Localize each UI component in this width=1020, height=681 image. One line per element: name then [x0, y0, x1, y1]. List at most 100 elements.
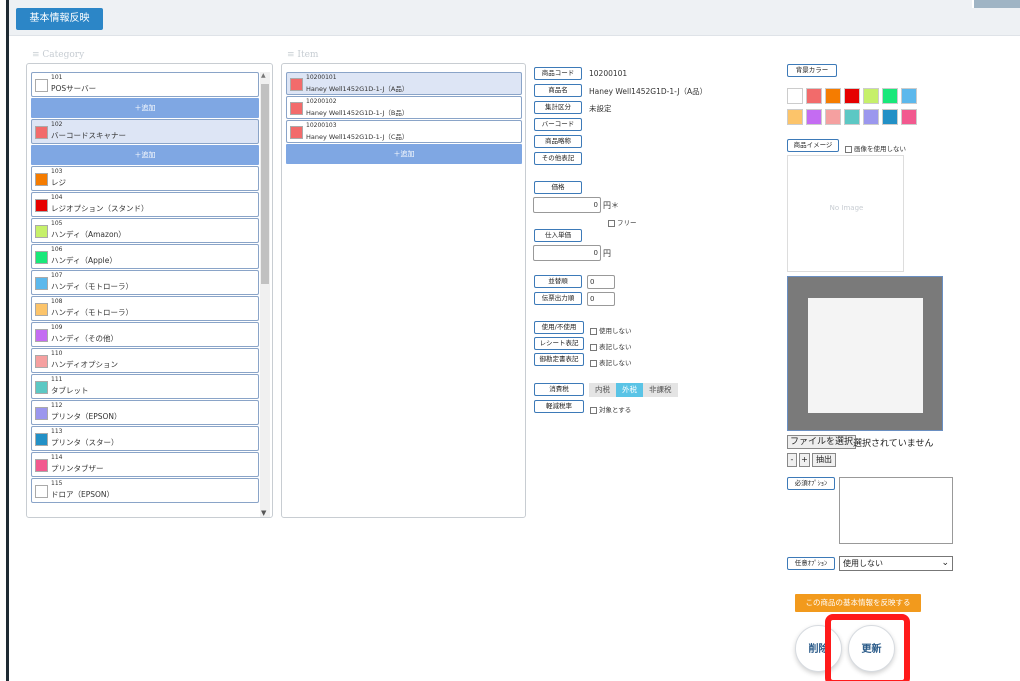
reflect-item-info-button[interactable]: この商品の基本情報を反映する [795, 594, 921, 612]
barcode-label[interactable]: バーコード [534, 118, 582, 131]
category-color-swatch [35, 126, 48, 139]
checkbox-icon[interactable] [590, 343, 597, 351]
product-image-label[interactable]: 商品イメージ [787, 139, 839, 152]
item-panel: 10200101 Haney Well1452G1D-1-J（A品） 10200… [281, 63, 526, 518]
item-color-swatch [290, 126, 303, 139]
bg-color-label[interactable]: 背景カラー [787, 64, 837, 77]
checkbox-icon[interactable] [590, 327, 597, 335]
item-row[interactable]: 10200103 Haney Well1452G1D-1-J（C品） [286, 120, 522, 143]
category-name: ドロア（EPSON） [51, 490, 115, 499]
color-swatch[interactable] [882, 109, 898, 125]
checkbox-icon[interactable] [590, 359, 597, 367]
category-name: タブレット [51, 386, 89, 395]
category-row[interactable]: 113 プリンタ（スター） [31, 426, 259, 451]
checkbox-icon[interactable] [590, 406, 597, 414]
color-swatch[interactable] [825, 88, 841, 104]
category-row[interactable]: 115 ドロア（EPSON） [31, 478, 259, 503]
kitchen-label[interactable]: 御勘定書表記 [534, 353, 584, 366]
color-swatch[interactable] [806, 88, 822, 104]
other-notation-label[interactable]: その他表記 [534, 152, 582, 165]
product-name-label[interactable]: 商品名 [534, 84, 582, 97]
aggregate-label[interactable]: 集計区分 [534, 101, 582, 114]
aggregate-value: 未設定 [589, 104, 612, 113]
category-name: ハンディ（モトローラ） [51, 308, 133, 317]
display-order-label[interactable]: 並替順 [534, 275, 582, 288]
tax-label[interactable]: 消費税 [534, 383, 584, 396]
free-checkbox[interactable]: フリー [608, 217, 637, 227]
scroll-thumb[interactable] [261, 84, 269, 284]
color-swatch[interactable] [806, 109, 822, 125]
category-row[interactable]: 104 レジオプション（スタンド） [31, 192, 259, 217]
item-row[interactable]: 10200101 Haney Well1452G1D-1-J（A品） [286, 72, 522, 95]
zoom-in-button[interactable]: + [799, 453, 810, 467]
item-add-button[interactable]: ＋追加 [286, 144, 522, 164]
receipt-label[interactable]: レシート表記 [534, 337, 584, 350]
required-option-textarea[interactable] [839, 477, 953, 544]
category-add-button[interactable]: ＋追加 [31, 145, 259, 165]
color-swatch[interactable] [901, 109, 917, 125]
optional-option-select[interactable]: 使用しない ⌄ [839, 556, 953, 571]
price-label[interactable]: 価格 [534, 181, 582, 194]
category-row[interactable]: 101 POSサーバー [31, 72, 259, 97]
zoom-out-button[interactable]: - [787, 453, 797, 467]
scroll-up-icon[interactable]: ▲ [261, 72, 266, 79]
use-label[interactable]: 使用/不使用 [534, 321, 584, 334]
color-swatch[interactable] [863, 88, 879, 104]
color-swatch[interactable] [825, 109, 841, 125]
category-scrollbar[interactable]: ▲ ▼ [260, 72, 270, 517]
scroll-down-icon[interactable]: ▼ [261, 509, 266, 517]
category-row[interactable]: 106 ハンディ（Apple） [31, 244, 259, 269]
tax-option-exclusive[interactable]: 外税 [616, 383, 643, 397]
color-swatch[interactable] [844, 88, 860, 104]
short-name-label[interactable]: 商品略称 [534, 135, 582, 148]
color-swatch[interactable] [901, 88, 917, 104]
category-row[interactable]: 114 プリンタブザー [31, 452, 259, 477]
category-row[interactable]: 103 レジ [31, 166, 259, 191]
receipt-checkbox[interactable]: 表記しない [590, 341, 632, 351]
image-crop-area[interactable] [787, 276, 943, 431]
tax-option-exempt[interactable]: 非課税 [643, 383, 678, 397]
color-swatch[interactable] [863, 109, 879, 125]
display-order-input[interactable]: 0 [587, 275, 615, 289]
chevron-down-icon: ⌄ [941, 558, 949, 568]
crop-box[interactable] [808, 298, 923, 413]
category-row[interactable]: 109 ハンディ（その他） [31, 322, 259, 347]
reflect-basic-info-button[interactable]: 基本情報反映 [16, 8, 103, 30]
top-right-tab[interactable] [972, 0, 1020, 8]
use-checkbox[interactable]: 使用しない [590, 325, 632, 335]
color-swatch[interactable] [787, 88, 803, 104]
color-swatch[interactable] [844, 109, 860, 125]
category-color-swatch [35, 355, 48, 368]
category-add-button[interactable]: ＋追加 [31, 98, 259, 118]
item-row[interactable]: 10200102 Haney Well1452G1D-1-J（B品） [286, 96, 522, 119]
category-name: ハンディ（モトローラ） [51, 282, 133, 291]
reduced-tax-checkbox[interactable]: 対象とする [590, 404, 631, 414]
reduced-tax-label[interactable]: 軽減税率 [534, 400, 584, 413]
category-row[interactable]: 110 ハンディオプション [31, 348, 259, 373]
category-row[interactable]: 108 ハンディ（モトローラ） [31, 296, 259, 321]
price-input[interactable]: 0 [533, 197, 601, 213]
category-row[interactable]: 105 ハンディ（Amazon） [31, 218, 259, 243]
slip-order-input[interactable]: 0 [587, 292, 615, 306]
slip-order-label[interactable]: 伝票出力順 [534, 292, 582, 305]
category-name: ハンディ（Amazon） [51, 230, 126, 239]
cost-input[interactable]: 0 [533, 245, 601, 261]
category-name: POSサーバー [51, 84, 97, 93]
product-code-label[interactable]: 商品コード [534, 67, 582, 80]
category-row[interactable]: 112 プリンタ（EPSON） [31, 400, 259, 425]
no-image-checkbox[interactable]: 画像を使用しない [845, 143, 906, 153]
color-swatch[interactable] [882, 88, 898, 104]
checkbox-icon[interactable] [608, 219, 615, 227]
optional-option-label[interactable]: 任意ｵﾌﾟｼｮﾝ [787, 557, 835, 570]
color-swatch[interactable] [787, 109, 803, 125]
checkbox-icon[interactable] [845, 145, 852, 153]
category-row[interactable]: 111 タブレット [31, 374, 259, 399]
kitchen-checkbox[interactable]: 表記しない [590, 357, 632, 367]
extract-button[interactable]: 抽出 [812, 453, 836, 467]
choose-file-button[interactable]: ファイルを選択 [787, 435, 857, 449]
cost-label[interactable]: 仕入単価 [534, 229, 582, 242]
category-row[interactable]: 102 バーコードスキャナー [31, 119, 259, 144]
tax-option-inclusive[interactable]: 内税 [589, 383, 616, 397]
category-row[interactable]: 107 ハンディ（モトローラ） [31, 270, 259, 295]
required-option-label[interactable]: 必須ｵﾌﾟｼｮﾝ [787, 477, 835, 490]
